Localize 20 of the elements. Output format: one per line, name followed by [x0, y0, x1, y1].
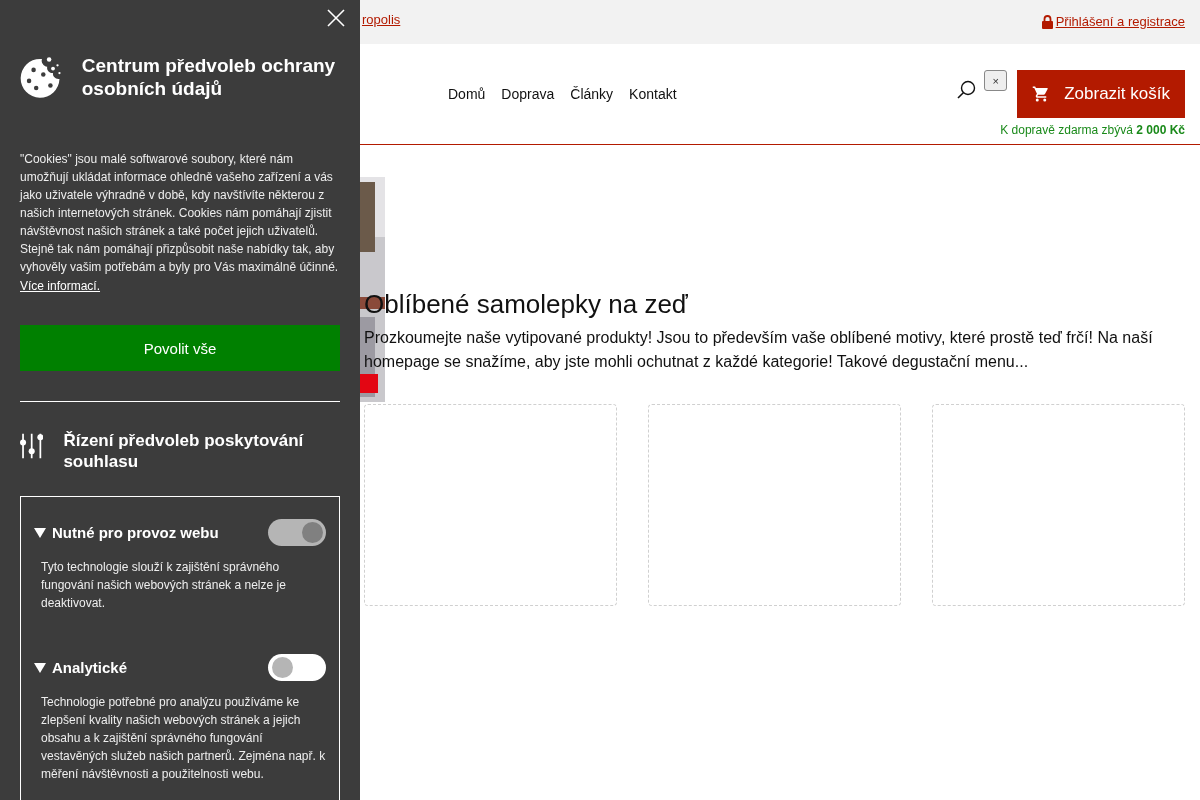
free-shipping-text: K dopravě zdarma zbývá 2 000 Kč: [1000, 123, 1185, 137]
login-link[interactable]: Přihlášení a registrace: [1055, 14, 1185, 29]
clear-button[interactable]: ×: [984, 70, 1008, 91]
category-name: Nutné pro provoz webu: [52, 524, 219, 541]
cart-button[interactable]: Zobrazit košík: [1017, 70, 1185, 118]
category-description: Technologie potřebné pro analýzu používáme ke zlepšení kvality našich webových stránek a jejich obsahu a k zajištění správného fungování vestavěných služeb našich partnerů. Zejména např. k měření návštěvnosti a použitelnosti webu.: [41, 694, 326, 783]
allow-all-button[interactable]: Povolit vše: [20, 325, 340, 371]
nav-link[interactable]: Články: [570, 86, 614, 102]
category-description: Tyto technologie slouží k zajištění správného fungování našich webových stránek a nelze je deaktivovat.: [41, 559, 287, 612]
section-intro: Prozkoumejte naše vytipované produkty! Jsou to především vaše oblíbené motivy, které prostě teď frčí! Na naší homepage se snažíme, aby jste mohli ochutnat z každé kategorie! Takové degustační menu...: [364, 328, 1154, 372]
section-heading: Oblíbené samolepky na zeď: [364, 289, 689, 320]
more-info-link[interactable]: Více informací.: [20, 277, 101, 295]
nav-link[interactable]: Domů: [448, 86, 486, 102]
preferences-heading: Řízení předvoleb poskytování souhlasu: [63, 430, 305, 472]
cookie-description: "Cookies" jsou malé softwarové soubory, které nám umožňují ukládat informace ohledně vašeho zařízení a vás jako uživatele výhradně v době, kdy navštívíte některou z našich internetových stránek. Cookies nám pomáhají zjistit návštěvnost našich stránek a také počet jejich uživatelů. Stejně tak nám pomáhají přizpůsobit naše nabídky tak, aby vyhověly vašim potřebám a byly pro Vás maximálně účinné.: [20, 151, 340, 276]
panel-title: Centrum předvoleb ochrany osobních údajů: [81, 54, 337, 100]
category-name: Analytické: [52, 659, 128, 676]
nav-link[interactable]: Doprava: [501, 86, 555, 102]
nav-link[interactable]: Kontakt: [629, 86, 677, 102]
studio-link[interactable]: ropolis: [362, 12, 401, 27]
